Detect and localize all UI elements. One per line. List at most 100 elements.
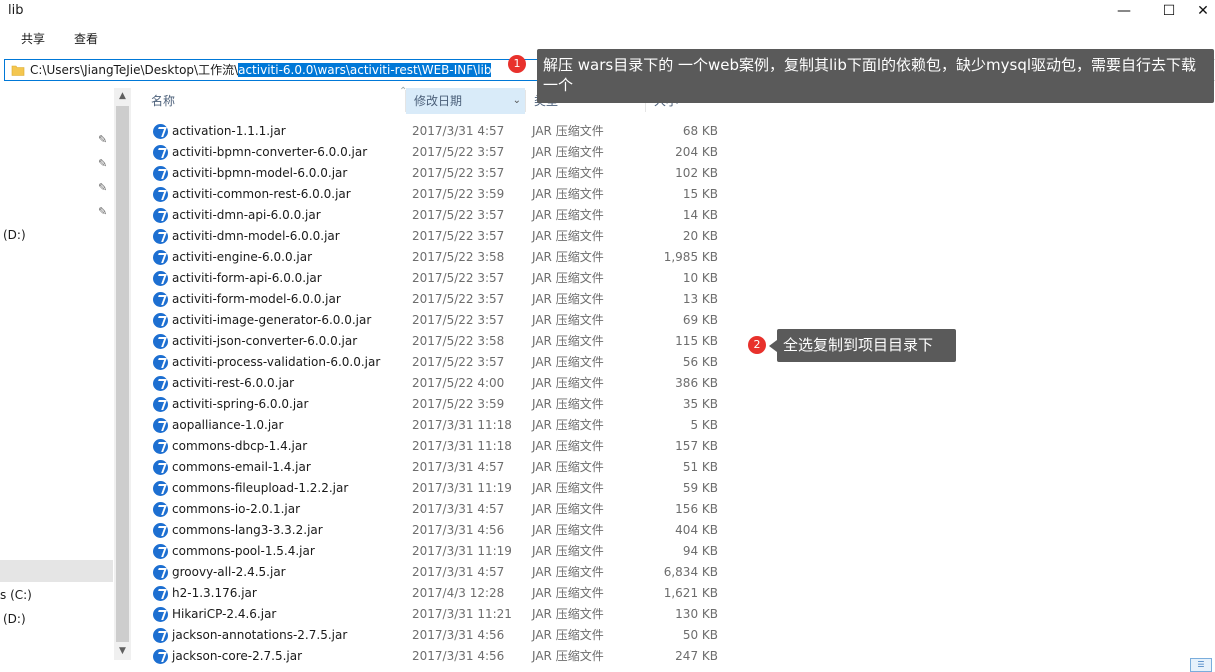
- file-date: 2017/5/22 3:59: [412, 187, 505, 201]
- file-date: 2017/5/22 3:59: [412, 397, 505, 411]
- jar-file-icon: [153, 271, 168, 286]
- file-date: 2017/3/31 11:21: [412, 607, 512, 621]
- scroll-down-icon[interactable]: ▼: [114, 643, 131, 660]
- file-row[interactable]: aopalliance-1.0.jar 2017/3/31 11:18 JAR 压缩…: [150, 415, 730, 436]
- file-size: 13 KB: [682, 292, 718, 306]
- file-type: JAR 压缩文件: [532, 481, 604, 495]
- file-row[interactable]: activiti-form-api-6.0.0.jar 2017/5/22 3:5…: [150, 268, 730, 289]
- file-row[interactable]: activiti-form-model-6.0.0.jar 2017/5/22 3…: [150, 289, 730, 310]
- pin-icon[interactable]: ✎: [98, 157, 107, 170]
- file-row[interactable]: commons-email-1.4.jar 2017/3/31 4:57 JAR 压…: [150, 457, 730, 478]
- jar-file-icon: [153, 376, 168, 391]
- file-row[interactable]: activiti-image-generator-6.0.0.jar 2017/5…: [150, 310, 730, 331]
- file-list: activation-1.1.1.jar 2017/3/31 4:57 JAR 压缩…: [150, 121, 730, 667]
- file-row[interactable]: commons-io-2.0.1.jar 2017/3/31 4:57 JAR 压缩…: [150, 499, 730, 520]
- file-row[interactable]: HikariCP-2.4.6.jar 2017/3/31 11:21 JAR 压缩文…: [150, 604, 730, 625]
- nav-drive-d[interactable]: (D:): [3, 612, 26, 626]
- file-row[interactable]: groovy-all-2.4.5.jar 2017/3/31 4:57 JAR 压缩…: [150, 562, 730, 583]
- column-header-name[interactable]: 名称: [143, 88, 405, 114]
- file-row[interactable]: activation-1.1.1.jar 2017/3/31 4:57 JAR 压缩…: [150, 121, 730, 142]
- file-date: 2017/5/22 4:00: [412, 376, 505, 390]
- file-row[interactable]: commons-fileupload-1.2.2.jar 2017/3/31 11…: [150, 478, 730, 499]
- file-name: activiti-rest-6.0.0.jar: [172, 376, 295, 390]
- chevron-down-icon[interactable]: ⌄: [513, 88, 521, 114]
- file-type: JAR 压缩文件: [532, 250, 604, 264]
- file-type: JAR 压缩文件: [532, 418, 604, 432]
- file-name: activiti-image-generator-6.0.0.jar: [172, 313, 372, 327]
- pin-icon[interactable]: ✎: [98, 181, 107, 194]
- file-type: JAR 压缩文件: [532, 607, 604, 621]
- file-date: 2017/5/22 3:57: [412, 166, 505, 180]
- jar-file-icon: [153, 628, 168, 643]
- file-size: 386 KB: [675, 376, 718, 390]
- column-header-date[interactable]: 修改日期 ⌄: [406, 88, 525, 114]
- address-path[interactable]: C:\Users\JiangTeJie\Desktop\工作流\activiti…: [30, 62, 492, 78]
- file-row[interactable]: activiti-spring-6.0.0.jar 2017/5/22 3:59 J…: [150, 394, 730, 415]
- maximize-button[interactable]: ☐: [1146, 0, 1192, 22]
- file-size: 20 KB: [682, 229, 718, 243]
- pin-icon[interactable]: ✎: [98, 205, 107, 218]
- tab-share[interactable]: 共享: [21, 30, 45, 47]
- pin-icon[interactable]: ✎: [98, 133, 107, 146]
- file-row[interactable]: activiti-bpmn-model-6.0.0.jar 2017/5/22 3…: [150, 163, 730, 184]
- jar-file-icon: [153, 208, 168, 223]
- minimize-button[interactable]: —: [1101, 0, 1147, 22]
- nav-selected-item[interactable]: [0, 560, 113, 582]
- file-type: JAR 压缩文件: [532, 628, 604, 642]
- file-row[interactable]: activiti-common-rest-6.0.0.jar 2017/5/22 …: [150, 184, 730, 205]
- file-date: 2017/3/31 4:57: [412, 565, 505, 579]
- jar-file-icon: [153, 313, 168, 328]
- file-name: activiti-engine-6.0.0.jar: [172, 250, 313, 264]
- nav-drive-c[interactable]: s (C:): [0, 588, 32, 602]
- column-name-label: 名称: [151, 94, 176, 108]
- file-row[interactable]: activiti-rest-6.0.0.jar 2017/5/22 4:00 JAR…: [150, 373, 730, 394]
- nav-drive-d-top[interactable]: (D:): [3, 228, 26, 242]
- file-row[interactable]: h2-1.3.176.jar 2017/4/3 12:28 JAR 压缩文件 1,62…: [150, 583, 730, 604]
- file-type: JAR 压缩文件: [532, 187, 604, 201]
- file-row[interactable]: commons-pool-1.5.4.jar 2017/3/31 11:19 JAR…: [150, 541, 730, 562]
- file-date: 2017/5/22 3:57: [412, 313, 505, 327]
- close-button[interactable]: ✕: [1191, 0, 1215, 22]
- file-size: 204 KB: [675, 145, 718, 159]
- file-row[interactable]: commons-dbcp-1.4.jar 2017/3/31 11:18 JAR 压…: [150, 436, 730, 457]
- file-row[interactable]: activiti-bpmn-converter-6.0.0.jar 2017/5/…: [150, 142, 730, 163]
- file-type: JAR 压缩文件: [532, 334, 604, 348]
- file-size: 5 KB: [690, 418, 718, 432]
- file-type: JAR 压缩文件: [532, 397, 604, 411]
- title-bar: lib — ☐ ✕: [0, 0, 1215, 24]
- folder-icon: [11, 65, 25, 76]
- file-type: JAR 压缩文件: [532, 439, 604, 453]
- details-view-icon[interactable]: ☰: [1190, 658, 1212, 672]
- jar-file-icon: [153, 649, 168, 664]
- file-size: 51 KB: [682, 460, 718, 474]
- file-name: commons-pool-1.5.4.jar: [172, 544, 315, 558]
- jar-file-icon: [153, 250, 168, 265]
- file-size: 50 KB: [682, 628, 718, 642]
- file-date: 2017/5/22 3:57: [412, 229, 505, 243]
- file-size: 94 KB: [682, 544, 718, 558]
- file-size: 115 KB: [675, 334, 718, 348]
- file-row[interactable]: activiti-dmn-api-6.0.0.jar 2017/5/22 3:57…: [150, 205, 730, 226]
- nav-scrollbar[interactable]: ▲ ▼: [114, 88, 131, 660]
- file-row[interactable]: jackson-core-2.7.5.jar 2017/3/31 4:56 JAR …: [150, 646, 730, 667]
- file-date: 2017/5/22 3:57: [412, 355, 505, 369]
- jar-file-icon: [153, 481, 168, 496]
- file-row[interactable]: activiti-process-validation-6.0.0.jar 201…: [150, 352, 730, 373]
- tab-view[interactable]: 查看: [74, 30, 98, 47]
- file-row[interactable]: commons-lang3-3.3.2.jar 2017/3/31 4:56 JAR…: [150, 520, 730, 541]
- file-size: 59 KB: [682, 481, 718, 495]
- jar-file-icon: [153, 397, 168, 412]
- file-row[interactable]: activiti-engine-6.0.0.jar 2017/5/22 3:58 J…: [150, 247, 730, 268]
- scroll-thumb[interactable]: [116, 106, 129, 642]
- jar-file-icon: [153, 544, 168, 559]
- file-date: 2017/3/31 4:56: [412, 628, 505, 642]
- file-date: 2017/3/31 4:57: [412, 502, 505, 516]
- file-size: 69 KB: [682, 313, 718, 327]
- file-row[interactable]: activiti-dmn-model-6.0.0.jar 2017/5/22 3:…: [150, 226, 730, 247]
- file-row[interactable]: jackson-annotations-2.7.5.jar 2017/3/31 4…: [150, 625, 730, 646]
- file-type: JAR 压缩文件: [532, 313, 604, 327]
- scroll-up-icon[interactable]: ▲: [114, 88, 131, 105]
- file-type: JAR 压缩文件: [532, 271, 604, 285]
- file-row[interactable]: activiti-json-converter-6.0.0.jar 2017/5/…: [150, 331, 730, 352]
- file-name: activiti-bpmn-converter-6.0.0.jar: [172, 145, 368, 159]
